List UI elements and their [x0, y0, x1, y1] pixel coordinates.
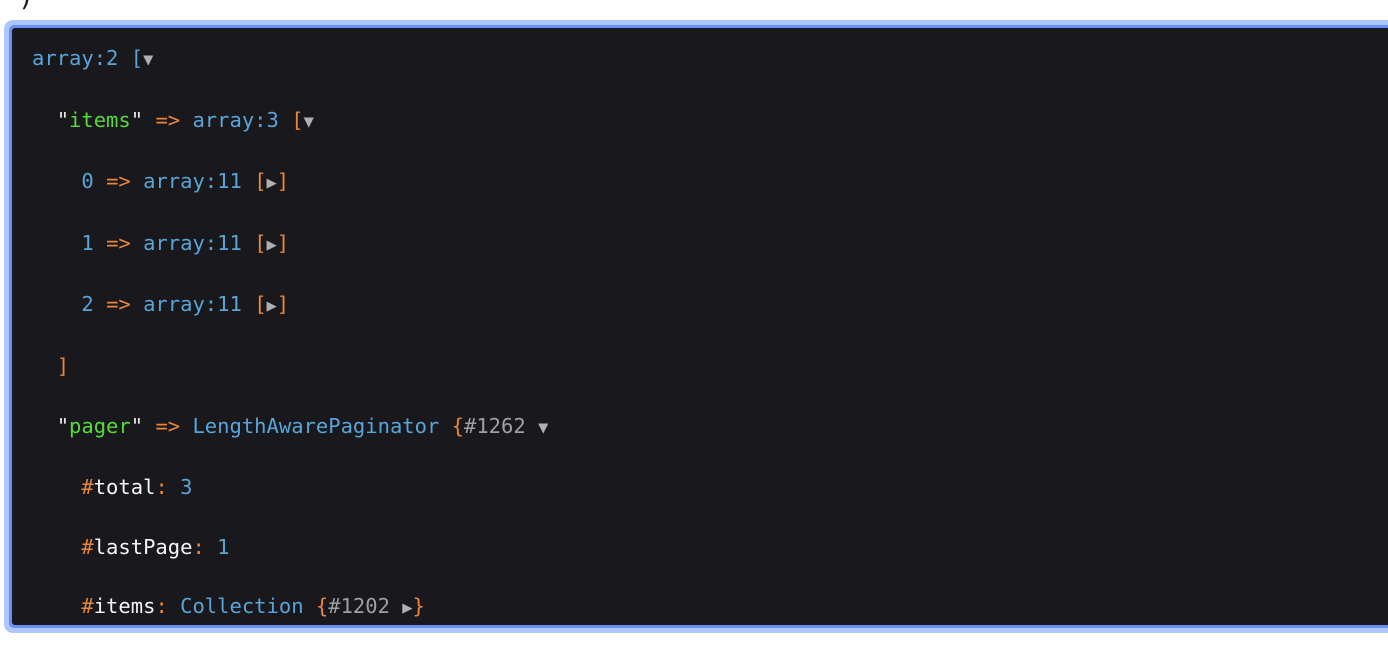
items-2-arrow: => [106, 292, 131, 317]
items-1-arrow: => [106, 230, 131, 255]
items-2-close-bracket: ] [276, 292, 290, 317]
itemsprop-object-id: #1202 [328, 594, 390, 619]
items-1-close-bracket: ] [276, 230, 290, 255]
dump-line-items-2: 2 => array:11 [] [32, 290, 1388, 322]
itemsprop-close-brace: } [412, 594, 425, 619]
items-open-bracket: [ [291, 107, 304, 132]
itemsprop-class-name: Collection [180, 594, 304, 619]
dump-line-items-0: 0 => array:11 [] [32, 167, 1388, 199]
total-colon: : [155, 475, 168, 500]
pager-arrow: => [155, 413, 181, 438]
dump-line-prop-total: #total: 3 [32, 473, 1388, 503]
pager-toggle-icon[interactable] [538, 418, 548, 438]
var-dumper-panel: array:2 [ "items" => array:3 [ 0 => arra… [12, 28, 1388, 625]
lastpage-colon: : [192, 534, 205, 559]
pager-key-quote-close: " [130, 413, 144, 438]
items-0-open-bracket: [ [254, 169, 267, 194]
items-1-type-label: array:11 [143, 230, 242, 255]
dump-line-items-1: 1 => array:11 [] [32, 229, 1388, 261]
itemsprop-open-brace: { [315, 594, 329, 619]
itemsprop-toggle-icon[interactable] [402, 598, 412, 618]
items-key-quote-close: " [130, 107, 144, 132]
dump-line-pager-open: "pager" => LengthAwarePaginator {#1262 [32, 412, 1388, 444]
items-2-open-bracket: [ [254, 292, 267, 317]
lastpage-visibility-sigil: # [81, 534, 94, 559]
itemsprop-visibility-sigil: # [81, 594, 94, 619]
items-close-bracket: ] [56, 353, 70, 378]
dump-line-items-open: "items" => array:3 [ [32, 106, 1388, 138]
items-2-type-label: array:11 [143, 292, 242, 317]
items-arrow: => [155, 107, 181, 132]
pager-key-label: pager [69, 413, 131, 438]
items-0-index: 0 [81, 169, 94, 194]
total-property-name: total [93, 475, 156, 500]
dump-tree: array:2 [ "items" => array:3 [ 0 => arra… [32, 44, 1388, 625]
items-2-index: 2 [81, 292, 94, 317]
total-visibility-sigil: # [81, 475, 94, 500]
root-toggle-icon[interactable] [143, 50, 153, 70]
screenshot-root: ) array:2 [ "items" => array:3 [ 0 => ar… [0, 0, 1388, 646]
dump-line-prop-items: #items: Collection {#1202 } [32, 592, 1388, 624]
dump-line-root-open: array:2 [ [32, 44, 1388, 76]
pager-open-brace: { [451, 413, 464, 438]
dump-line-items-close: ] [32, 352, 1388, 382]
dump-border: array:2 [ "items" => array:3 [ 0 => arra… [9, 25, 1388, 628]
items-type-label: array:3 [192, 107, 279, 132]
items-0-arrow: => [106, 169, 131, 194]
items-1-index: 1 [81, 230, 94, 255]
total-value: 3 [180, 475, 193, 500]
lastpage-value: 1 [217, 534, 230, 559]
items-0-toggle-icon[interactable] [267, 173, 277, 193]
pager-key-quote-open: " [56, 413, 70, 438]
items-1-toggle-icon[interactable] [267, 235, 277, 255]
pager-class-name: LengthAwarePaginator [192, 413, 440, 438]
lastpage-property-name: lastPage [93, 534, 193, 559]
clipped-glyph: ) [18, 0, 34, 11]
itemsprop-property-name: items [93, 594, 156, 619]
items-0-close-bracket: ] [276, 169, 290, 194]
pager-object-id: #1262 [464, 413, 526, 438]
items-toggle-icon[interactable] [304, 112, 314, 132]
root-type-label: array:2 [ [32, 46, 144, 70]
items-1-open-bracket: [ [254, 230, 267, 255]
dump-focus-ring: array:2 [ "items" => array:3 [ 0 => arra… [4, 20, 1388, 633]
items-key-quote-open: " [56, 107, 70, 132]
itemsprop-colon: : [155, 594, 168, 619]
items-2-toggle-icon[interactable] [267, 296, 277, 316]
items-0-type-label: array:11 [143, 169, 242, 194]
dump-line-prop-lastPage: #lastPage: 1 [32, 533, 1388, 563]
items-key-label: items [69, 107, 131, 132]
